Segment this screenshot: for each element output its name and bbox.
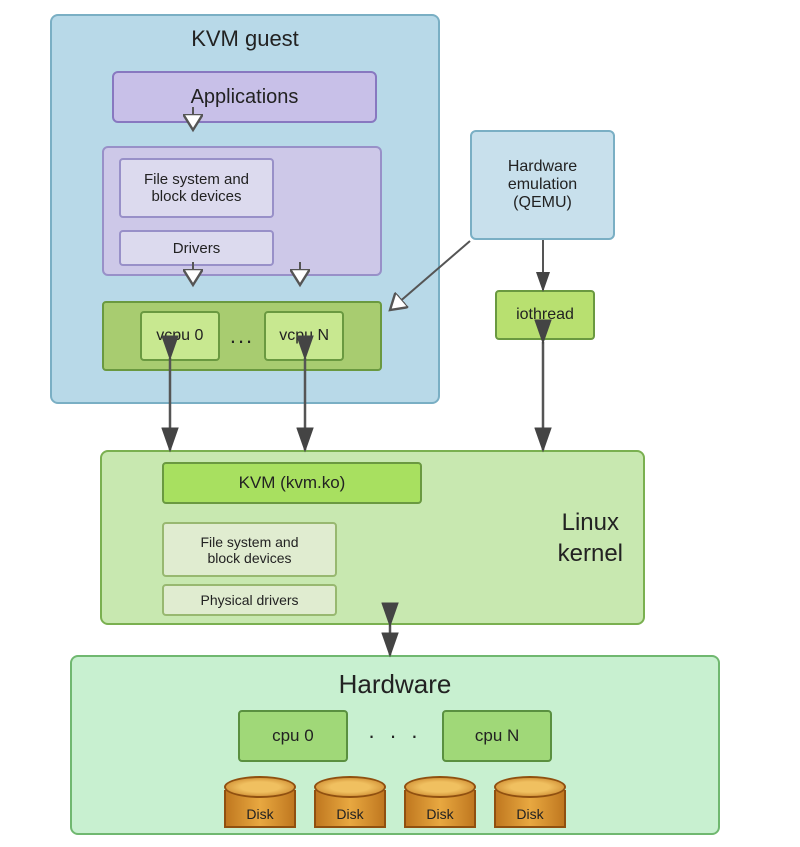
hardware-box: Hardware cpu 0 · · · cpu N Disk Disk xyxy=(70,655,720,835)
applications-box: Applications xyxy=(112,71,377,123)
cpu-row: cpu 0 · · · cpu N xyxy=(72,710,718,762)
guest-drivers-box: Drivers xyxy=(119,230,274,266)
disk3-label: Disk xyxy=(404,806,476,822)
cpu-dots: · · · xyxy=(368,723,422,749)
vcpu0-label: vcpu 0 xyxy=(156,327,203,345)
disk3-top xyxy=(404,776,476,798)
guest-drivers-label: Drivers xyxy=(173,240,221,257)
vcpu0-box: vcpu 0 xyxy=(140,311,220,361)
vcpu-container: vcpu 0 ... vcpu N xyxy=(102,301,382,371)
hardware-title: Hardware xyxy=(72,669,718,700)
disk4-top xyxy=(494,776,566,798)
disk1-label: Disk xyxy=(224,806,296,822)
vcpun-label: vcpu N xyxy=(279,327,329,345)
hw-emulation-label: Hardware emulation (QEMU) xyxy=(508,158,577,212)
cpu0-box: cpu 0 xyxy=(238,710,348,762)
iothread-label: iothread xyxy=(516,306,574,324)
phys-drivers-box: Physical drivers xyxy=(162,584,337,616)
kvm-guest-title: KVM guest xyxy=(52,26,438,52)
disk2: Disk xyxy=(314,776,386,828)
disk2-label: Disk xyxy=(314,806,386,822)
hw-emulation-box: Hardware emulation (QEMU) xyxy=(470,130,615,240)
kvm-ko-label: KVM (kvm.ko) xyxy=(239,473,346,493)
disk3: Disk xyxy=(404,776,476,828)
kernel-fs-box: File system and block devices xyxy=(162,522,337,577)
kvm-guest-box: KVM guest Applications File system and b… xyxy=(50,14,440,404)
disk-row: Disk Disk Disk Disk xyxy=(72,776,718,828)
cpun-label: cpu N xyxy=(475,726,519,746)
disk1: Disk xyxy=(224,776,296,828)
disk2-top xyxy=(314,776,386,798)
cpun-box: cpu N xyxy=(442,710,552,762)
phys-drivers-label: Physical drivers xyxy=(200,592,298,608)
inner-purple-box: File system and block devices Drivers xyxy=(102,146,382,276)
cpu0-label: cpu 0 xyxy=(272,726,314,746)
guest-filesystem-label: File system and block devices xyxy=(144,171,249,205)
kvm-ko-box: KVM (kvm.ko) xyxy=(162,462,422,504)
vcpu-dots: ... xyxy=(230,323,254,349)
vcpun-box: vcpu N xyxy=(264,311,344,361)
disk1-top xyxy=(224,776,296,798)
kernel-fs-label: File system and block devices xyxy=(200,534,298,566)
disk4: Disk xyxy=(494,776,566,828)
guest-filesystem-box: File system and block devices xyxy=(119,158,274,218)
applications-label: Applications xyxy=(191,86,299,109)
linux-kernel-title: Linux kernel xyxy=(558,506,623,568)
diagram: KVM guest Applications File system and b… xyxy=(0,0,800,847)
disk4-label: Disk xyxy=(494,806,566,822)
linux-kernel-box: Linux kernel KVM (kvm.ko) File system an… xyxy=(100,450,645,625)
iothread-box: iothread xyxy=(495,290,595,340)
